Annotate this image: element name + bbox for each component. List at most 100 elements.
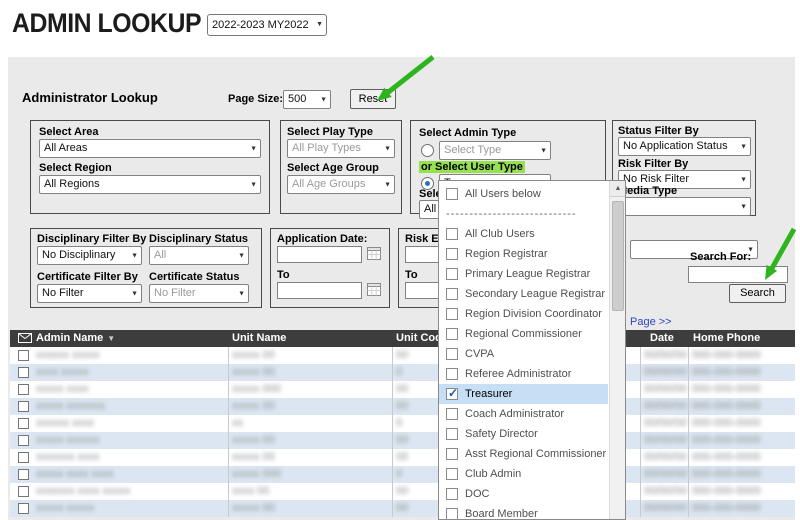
disciplinary-filter-select[interactable]: No Disciplinary xyxy=(37,246,142,265)
user-type-option[interactable]: ---------------------------- xyxy=(439,204,608,224)
application-date-to-input[interactable] xyxy=(277,282,362,299)
unit-name-cell: xxxxx 00 xyxy=(232,451,275,463)
select-region-label: Select Region xyxy=(39,162,112,174)
table-row: xxxxx xxxxxxx xxxxx 00 00 00/00/00 000-0… xyxy=(10,398,795,415)
row-checkbox[interactable] xyxy=(18,486,29,497)
unit-name-cell: xxxxx 00 xyxy=(232,366,275,378)
play-type-filter-box: Select Play Type All Play Types Select A… xyxy=(280,120,402,214)
user-type-option[interactable]: Region Division Coordinator xyxy=(439,304,608,324)
scrollbar-up-arrow-icon[interactable]: ▲ xyxy=(610,181,626,197)
row-checkbox[interactable] xyxy=(18,435,29,446)
page-size-select[interactable]: 500 xyxy=(283,90,331,109)
row-checkbox[interactable] xyxy=(18,503,29,514)
user-type-option[interactable]: Coach Administrator xyxy=(439,404,608,424)
home-phone-cell: 000-000-0000 xyxy=(692,383,761,395)
row-checkbox[interactable] xyxy=(18,452,29,463)
unit-code-cell: 00 xyxy=(396,451,408,463)
mail-icon[interactable] xyxy=(18,333,32,346)
user-type-option[interactable]: All Club Users xyxy=(439,224,608,244)
home-phone-cell: 000-000-0000 xyxy=(692,502,761,514)
user-type-option[interactable]: Secondary League Registrar xyxy=(439,284,608,304)
column-header-unit-name[interactable]: Unit Name xyxy=(232,332,286,344)
option-checkbox[interactable] xyxy=(446,268,458,280)
media-type-label: Media Type xyxy=(618,185,677,197)
table-row: xxxxx xxxxxx xxxxx 00 00 00/00/00 000-00… xyxy=(10,432,795,449)
media-type-select[interactable] xyxy=(618,197,751,216)
option-checkbox[interactable] xyxy=(446,408,458,420)
home-phone-cell: 000-000-0000 xyxy=(692,366,761,378)
option-checkbox[interactable] xyxy=(446,288,458,300)
admin-type-radio[interactable] xyxy=(421,144,434,157)
membership-year-select[interactable]: 2022-2023 MY2022 xyxy=(207,14,327,36)
row-checkbox[interactable] xyxy=(18,384,29,395)
search-for-label: Search For: xyxy=(690,251,751,263)
option-checkbox[interactable] xyxy=(446,448,458,460)
date-cell: 00/00/00 xyxy=(644,366,687,378)
option-label: Treasurer xyxy=(465,388,512,400)
option-checkbox[interactable] xyxy=(446,188,458,200)
user-type-option[interactable]: Region Registrar xyxy=(439,244,608,264)
reset-button[interactable]: Reset xyxy=(350,89,396,109)
user-type-option[interactable]: Primary League Registrar xyxy=(439,264,608,284)
table-row: xxxxx xxxx xxxxx 000 00 00/00/00 000-000… xyxy=(10,381,795,398)
region-select[interactable]: All Regions xyxy=(39,175,261,194)
column-header-admin-name[interactable]: Admin Name▼ xyxy=(36,332,115,344)
user-type-option[interactable]: Board Member xyxy=(439,504,608,520)
user-type-option[interactable]: Safety Director xyxy=(439,424,608,444)
risk-date-label: Risk E xyxy=(405,233,439,245)
certificate-status-select: No Filter xyxy=(149,284,249,303)
home-phone-cell: 000-000-0000 xyxy=(692,434,761,446)
search-input[interactable] xyxy=(688,266,788,283)
option-checkbox[interactable] xyxy=(446,468,458,480)
select-area-label: Select Area xyxy=(39,126,99,138)
date-cell: 00/00/00 xyxy=(644,349,687,361)
user-type-option[interactable]: Regional Commissioner xyxy=(439,324,608,344)
option-checkbox[interactable] xyxy=(446,488,458,500)
admin-name-cell: xxxxx xxxxx xyxy=(36,502,94,514)
column-header-date[interactable]: Date xyxy=(650,332,674,344)
status-filter-select[interactable]: No Application Status xyxy=(618,137,751,156)
next-page-link[interactable]: Page >> xyxy=(630,316,672,328)
page-size-label: Page Size: xyxy=(228,93,283,105)
user-type-option[interactable]: All Users below xyxy=(439,184,608,204)
user-type-option[interactable]: CVPA xyxy=(439,344,608,364)
admin-name-cell: xxxxx xxxxxx xyxy=(36,434,100,446)
option-checkbox[interactable] xyxy=(446,328,458,340)
option-checkbox[interactable] xyxy=(446,388,458,400)
row-checkbox[interactable] xyxy=(18,401,29,412)
user-type-option[interactable]: Referee Administrator xyxy=(439,364,608,384)
user-type-option[interactable]: Treasurer xyxy=(439,384,608,404)
row-checkbox[interactable] xyxy=(18,367,29,378)
calendar-icon[interactable] xyxy=(367,283,381,296)
option-checkbox[interactable] xyxy=(446,348,458,360)
calendar-icon[interactable] xyxy=(367,247,381,260)
row-checkbox[interactable] xyxy=(18,469,29,480)
certificate-filter-select[interactable]: No Filter xyxy=(37,284,142,303)
area-select[interactable]: All Areas xyxy=(39,139,261,158)
dropdown-scrollbar[interactable]: ▲ xyxy=(609,181,625,519)
option-checkbox[interactable] xyxy=(446,228,458,240)
user-type-dropdown-panel: All Users below ------------------------… xyxy=(438,180,626,520)
option-checkbox[interactable] xyxy=(446,508,458,520)
option-checkbox[interactable] xyxy=(446,368,458,380)
option-checkbox[interactable] xyxy=(446,428,458,440)
search-button[interactable]: Search xyxy=(729,284,786,303)
user-type-option[interactable]: Club Admin xyxy=(439,464,608,484)
disciplinary-filter-box: Disciplinary Filter By Disciplinary Stat… xyxy=(30,228,262,308)
option-label: DOC xyxy=(465,488,489,500)
admin-name-cell: xxxxxxx xxxx xyxy=(36,451,100,463)
option-checkbox[interactable] xyxy=(446,248,458,260)
disciplinary-filter-label: Disciplinary Filter By xyxy=(37,233,146,245)
scrollbar-thumb[interactable] xyxy=(612,201,624,311)
row-checkbox[interactable] xyxy=(18,350,29,361)
option-checkbox[interactable] xyxy=(446,308,458,320)
user-type-option[interactable]: Asst Regional Commissioner xyxy=(439,444,608,464)
column-header-home-phone[interactable]: Home Phone xyxy=(693,332,760,344)
user-type-option[interactable]: DOC xyxy=(439,484,608,504)
status-filter-label: Status Filter By xyxy=(618,125,699,137)
unit-code-cell: 0 xyxy=(396,417,402,429)
application-date-from-input[interactable] xyxy=(277,246,362,263)
admin-type-select: Select Type xyxy=(439,141,551,160)
unit-name-cell: xxxxx 00 xyxy=(232,502,275,514)
row-checkbox[interactable] xyxy=(18,418,29,429)
